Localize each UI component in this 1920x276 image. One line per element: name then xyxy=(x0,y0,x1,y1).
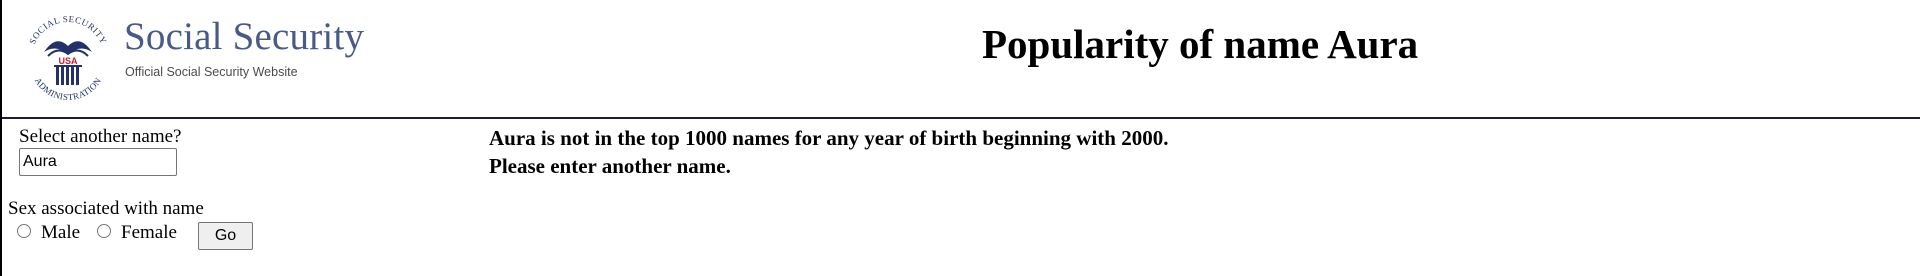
brand-name[interactable]: Social Security xyxy=(124,14,364,59)
result-line-1: Aura is not in the top 1000 names for an… xyxy=(489,126,1169,150)
page: SOCIAL SECURITY ADMINISTRATION USA Socia… xyxy=(0,0,1920,276)
female-label[interactable]: Female xyxy=(121,222,177,244)
brand-tagline: Official Social Security Website xyxy=(125,65,298,79)
select-name-label: Select another name? xyxy=(19,126,182,147)
male-label[interactable]: Male xyxy=(41,222,80,244)
male-radio[interactable] xyxy=(17,224,31,238)
result-message: Aura is not in the top 1000 names for an… xyxy=(489,124,1168,180)
site-header: SOCIAL SECURITY ADMINISTRATION USA Socia… xyxy=(2,0,1920,119)
ssa-seal-logo[interactable]: SOCIAL SECURITY ADMINISTRATION USA xyxy=(22,12,114,104)
go-button[interactable]: Go xyxy=(198,222,253,250)
result-line-2: Please enter another name. xyxy=(489,154,731,178)
svg-text:USA: USA xyxy=(58,56,78,66)
female-radio[interactable] xyxy=(97,224,111,238)
name-input[interactable] xyxy=(19,148,177,176)
page-title: Popularity of name Aura xyxy=(982,21,1419,67)
sex-label: Sex associated with name xyxy=(8,198,204,219)
